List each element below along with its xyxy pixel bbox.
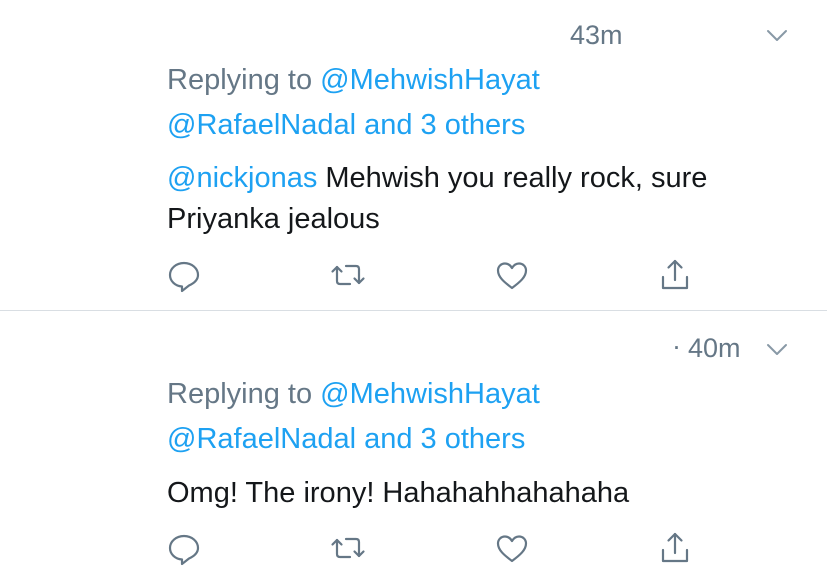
chevron-down-icon[interactable] xyxy=(766,29,788,43)
replying-to-line: Replying to @MehwishHayat xyxy=(167,380,540,409)
tweet[interactable]: 43m Replying to @MehwishHayat @RafaelNad… xyxy=(0,0,827,310)
retweet-button[interactable] xyxy=(328,528,368,568)
reply-icon xyxy=(168,534,200,566)
reply-icon xyxy=(168,261,200,293)
share-icon xyxy=(661,259,689,290)
tweet[interactable]: · 40m Replying to @MehwishHayat @RafaelN… xyxy=(0,311,827,573)
others-link[interactable]: and 3 others xyxy=(364,423,525,455)
share-icon xyxy=(661,532,689,563)
replying-to-user-link[interactable]: @RafaelNadal xyxy=(167,109,356,141)
heart-icon xyxy=(496,262,528,290)
chevron-down-icon[interactable] xyxy=(766,343,788,357)
replying-to-label: Replying to xyxy=(167,378,313,410)
retweet-button[interactable] xyxy=(328,255,368,295)
retweet-icon xyxy=(331,537,365,559)
tweet-timestamp[interactable]: 43m xyxy=(570,22,623,49)
like-button[interactable] xyxy=(492,255,532,295)
replying-to-user-link[interactable]: @MehwishHayat xyxy=(320,378,540,410)
replying-to-label: Replying to xyxy=(167,64,313,96)
tweet-text: @nickjonas Mehwish you really rock, sure… xyxy=(167,158,787,240)
tweet-body: Omg! The irony! Hahahahhahahaha xyxy=(167,477,630,509)
tweet-timestamp[interactable]: 40m xyxy=(688,335,741,362)
replying-to-user-link[interactable]: @RafaelNadal xyxy=(167,423,356,455)
others-link[interactable]: and 3 others xyxy=(364,109,525,141)
tweet-actions xyxy=(0,255,827,295)
share-button[interactable] xyxy=(655,255,695,295)
replying-to-user-link[interactable]: @MehwishHayat xyxy=(320,64,540,96)
tweet-text: Omg! The irony! Hahahahhahahaha xyxy=(167,473,787,514)
retweet-icon xyxy=(331,264,365,286)
mention-link[interactable]: @nickjonas xyxy=(167,162,317,194)
timestamp-separator: · xyxy=(672,331,681,361)
replying-to-others-line: @RafaelNadal and 3 others xyxy=(167,425,525,454)
reply-button[interactable] xyxy=(164,528,204,568)
share-button[interactable] xyxy=(655,528,695,568)
reply-button[interactable] xyxy=(164,255,204,295)
replying-to-line: Replying to @MehwishHayat xyxy=(167,66,540,95)
like-button[interactable] xyxy=(492,528,532,568)
heart-icon xyxy=(496,535,528,563)
replying-to-others-line: @RafaelNadal and 3 others xyxy=(167,111,525,140)
tweet-actions xyxy=(0,528,827,568)
